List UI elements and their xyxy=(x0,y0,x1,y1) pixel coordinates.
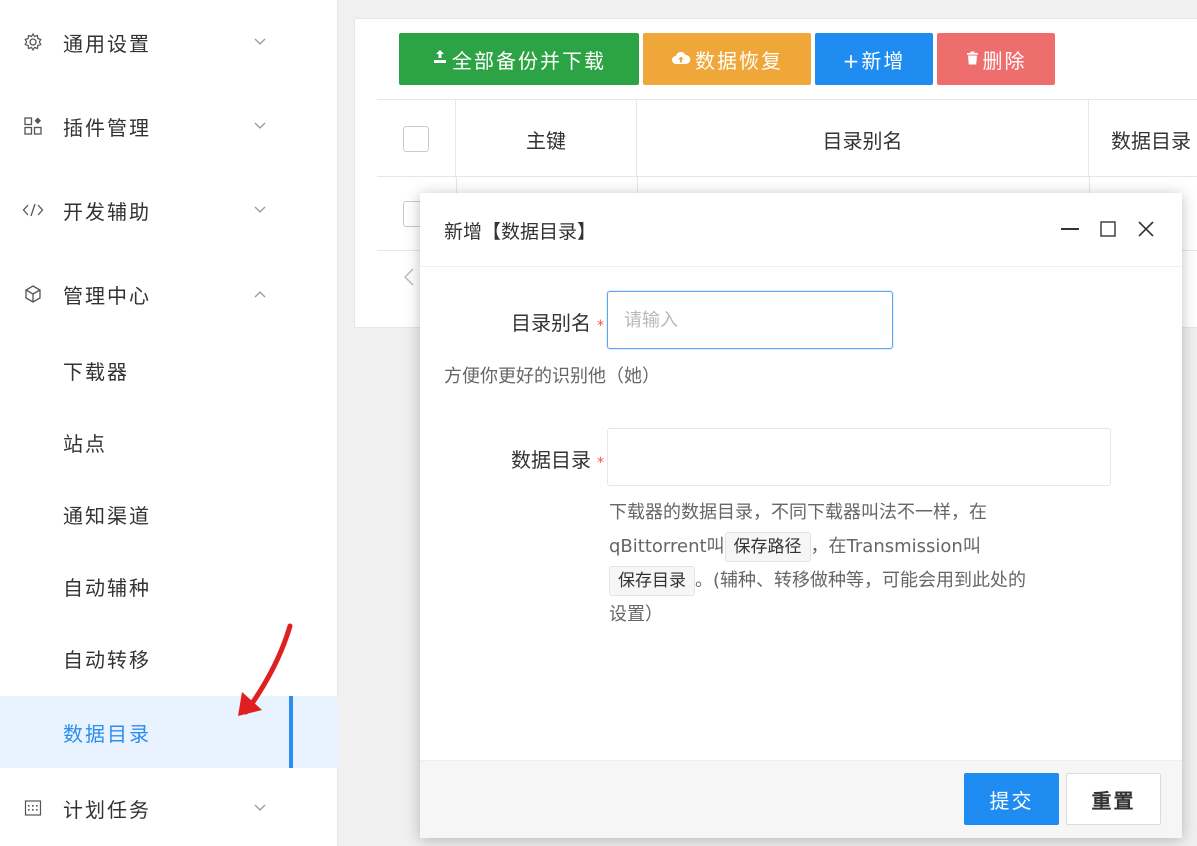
trash-icon xyxy=(966,50,979,69)
dir-hint-line: 保存目录 。(辅种、转移做种等，可能会用到此处的 xyxy=(609,564,1109,598)
sidebar-item-scheduled-tasks[interactable]: 计划任务 xyxy=(0,772,338,844)
dir-hint-line: qBittorrent叫 保存路径 ，在Transmission叫 xyxy=(609,530,1109,564)
hint-text: 。(辅种、转移做种等，可能会用到此处的 xyxy=(695,570,1027,591)
sidebar-item-admin-center[interactable]: 管理中心 xyxy=(0,258,338,330)
add-button[interactable]: +新增 xyxy=(815,33,933,85)
sidebar-item-dev-tools[interactable]: 开发辅助 xyxy=(0,174,338,246)
calendar-icon xyxy=(22,797,44,819)
maximize-icon[interactable] xyxy=(1094,215,1122,243)
app-root: 通用设置 插件管理 开发辅助 管理中心 下载器 站点 通知渠道 自动辅种 自动转… xyxy=(0,0,1197,846)
reset-button[interactable]: 重置 xyxy=(1066,773,1161,825)
sidebar-subitem-downloader[interactable]: 下载器 xyxy=(0,334,338,406)
dir-hint: 下载器的数据目录，不同下载器叫法不一样，在 qBittorrent叫 保存路径 ，在… xyxy=(609,496,1109,632)
minimize-icon[interactable] xyxy=(1056,215,1084,243)
button-label: 数据恢复 xyxy=(695,48,783,73)
chevron-up-icon xyxy=(252,286,268,302)
upload-icon xyxy=(432,49,448,69)
sidebar: 通用设置 插件管理 开发辅助 管理中心 下载器 站点 通知渠道 自动辅种 自动转… xyxy=(0,0,338,846)
sidebar-item-general-settings[interactable]: 通用设置 xyxy=(0,6,338,78)
hint-text: qBittorrent叫 xyxy=(609,536,725,557)
dir-hint-line: 设置） xyxy=(609,604,663,625)
chevron-down-icon xyxy=(252,202,268,218)
select-all-checkbox[interactable] xyxy=(403,126,429,152)
delete-button[interactable]: 删除 xyxy=(937,33,1055,85)
table-header: 主键 目录别名 数据目录 xyxy=(377,99,1197,178)
dialog-footer: 提交 重置 xyxy=(420,760,1182,838)
column-header-id[interactable]: 主键 xyxy=(456,100,637,178)
annotation-arrow-icon xyxy=(238,623,293,716)
sidebar-item-plugins[interactable]: 插件管理 xyxy=(0,90,338,162)
gear-icon xyxy=(22,31,44,53)
required-mark: * xyxy=(597,455,604,471)
alias-hint: 方便你更好的识别他（她） xyxy=(444,366,660,387)
code-snippet: 保存目录 xyxy=(609,566,695,596)
sidebar-item-label: 数据目录 xyxy=(63,721,151,746)
chevron-down-icon xyxy=(252,118,268,134)
add-dialog: 新增【数据目录】 目录别名 * 方便你更好的识别他（她） 数据目录 * 下载器的数据… xyxy=(420,193,1182,838)
alias-input[interactable] xyxy=(607,291,893,349)
sidebar-item-label: 站点 xyxy=(63,431,107,456)
backup-download-button[interactable]: 全部备份并下载 xyxy=(399,33,639,85)
sidebar-item-label: 下载器 xyxy=(63,359,129,384)
plugins-icon xyxy=(22,115,44,137)
cloud-upload-icon xyxy=(671,50,691,69)
dir-label-row: 数据目录 * xyxy=(500,444,604,473)
button-label: +新增 xyxy=(842,48,906,73)
sidebar-item-label: 开发辅助 xyxy=(63,199,151,224)
chevron-down-icon xyxy=(252,34,268,50)
hint-text: ，在Transmission叫 xyxy=(810,536,981,557)
alias-label-row: 目录别名 * xyxy=(500,307,604,336)
column-header-alias[interactable]: 目录别名 xyxy=(637,100,1089,178)
button-label: 删除 xyxy=(982,48,1027,73)
sidebar-item-label: 管理中心 xyxy=(63,283,151,308)
chevron-left-icon[interactable] xyxy=(403,267,415,291)
cube-icon xyxy=(22,283,44,305)
alias-label: 目录别名 xyxy=(511,311,591,335)
column-header-directory[interactable]: 数据目录 xyxy=(1089,100,1197,178)
sidebar-subitem-notifications[interactable]: 通知渠道 xyxy=(0,478,338,550)
sidebar-item-label: 自动转移 xyxy=(63,647,151,672)
sidebar-item-label: 插件管理 xyxy=(63,115,151,140)
dir-label: 数据目录 xyxy=(511,448,591,472)
data-directory-input[interactable] xyxy=(607,428,1111,486)
code-icon xyxy=(22,199,44,221)
toolbar: 全部备份并下载 数据恢复 +新增 删除 xyxy=(399,33,1055,85)
chevron-down-icon xyxy=(252,800,268,816)
sidebar-item-label: 自动辅种 xyxy=(63,575,151,600)
close-icon[interactable] xyxy=(1132,215,1160,243)
button-label: 全部备份并下载 xyxy=(452,48,606,73)
submit-button[interactable]: 提交 xyxy=(964,773,1059,825)
sidebar-subitem-sites[interactable]: 站点 xyxy=(0,406,338,478)
sidebar-subitem-auto-seed[interactable]: 自动辅种 xyxy=(0,550,338,622)
header-checkbox-cell xyxy=(377,100,456,178)
restore-button[interactable]: 数据恢复 xyxy=(643,33,811,85)
sidebar-item-label: 通知渠道 xyxy=(63,503,151,528)
dir-hint-line: 下载器的数据目录，不同下载器叫法不一样，在 xyxy=(609,502,987,523)
sidebar-item-label: 计划任务 xyxy=(63,797,151,822)
dialog-title: 新增【数据目录】 xyxy=(444,221,597,243)
required-mark: * xyxy=(597,318,604,334)
sidebar-item-label: 通用设置 xyxy=(63,31,151,56)
dialog-header: 新增【数据目录】 xyxy=(420,193,1182,267)
code-snippet: 保存路径 xyxy=(724,532,811,562)
